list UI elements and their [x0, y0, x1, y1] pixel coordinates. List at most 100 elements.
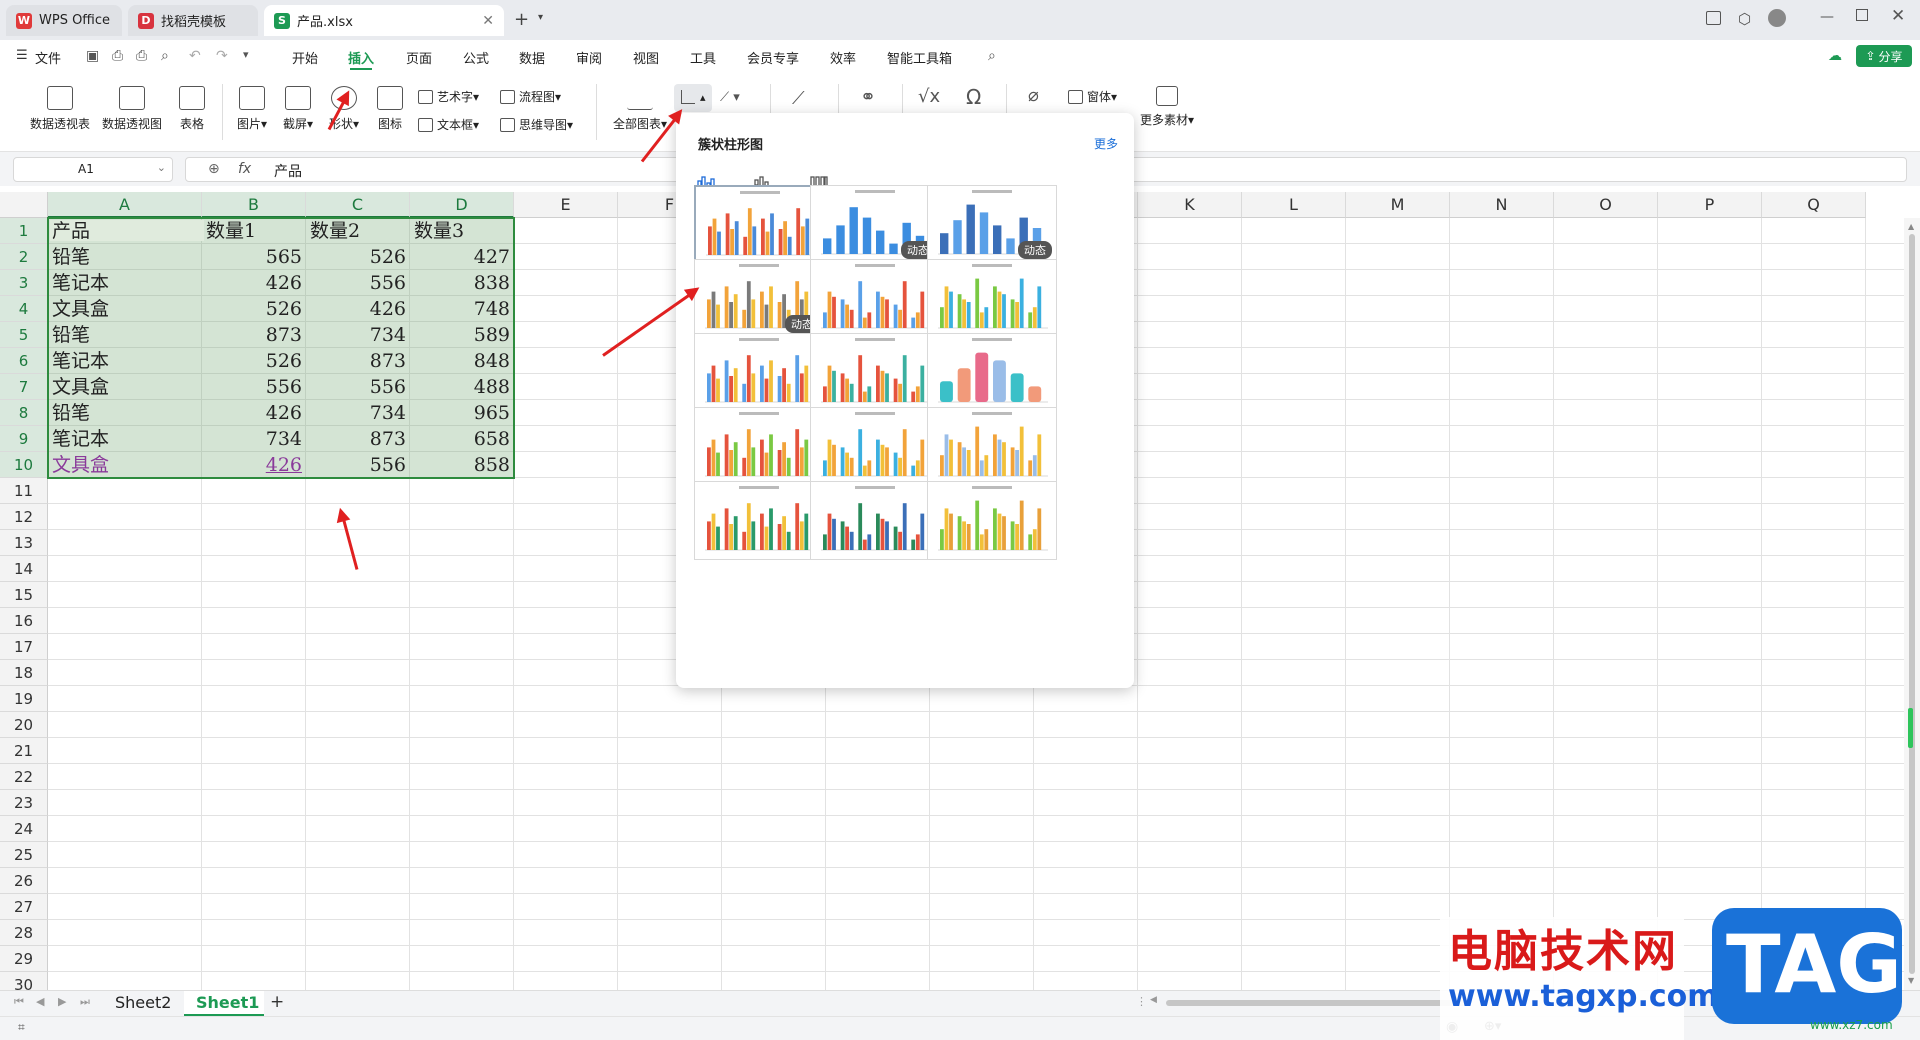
- row-header-4[interactable]: 4: [0, 296, 48, 322]
- menu-member[interactable]: 会员专享: [747, 48, 799, 67]
- data-cell[interactable]: 556: [310, 271, 406, 295]
- data-cell[interactable]: 文具盒: [52, 297, 198, 321]
- restore-icon[interactable]: [1856, 9, 1868, 21]
- menu-page[interactable]: 页面: [406, 48, 432, 67]
- hscroll-left-icon[interactable]: ◀: [1150, 995, 1157, 1005]
- chart-style-thumbnail[interactable]: [810, 481, 940, 560]
- chart-style-thumbnail[interactable]: [810, 407, 940, 486]
- tab-docer[interactable]: D 找稻壳模板: [128, 5, 258, 36]
- select-all-corner[interactable]: [0, 192, 48, 218]
- share-button[interactable]: ⇪ 分享: [1856, 45, 1912, 67]
- cube-icon[interactable]: ⬡: [1738, 10, 1751, 28]
- data-cell[interactable]: 526: [310, 245, 406, 269]
- menu-view[interactable]: 视图: [633, 48, 659, 67]
- chart-style-thumbnail[interactable]: [694, 333, 824, 412]
- row-header-8[interactable]: 8: [0, 400, 48, 426]
- macro-icon[interactable]: ⌗: [18, 1020, 25, 1035]
- sheet-tab-sheet1[interactable]: Sheet1: [184, 991, 264, 1016]
- column-header-L[interactable]: L: [1242, 192, 1346, 218]
- chart-style-thumbnail[interactable]: 动态: [694, 259, 824, 338]
- row-header-26[interactable]: 26: [0, 868, 48, 894]
- chart-style-thumbnail[interactable]: [694, 481, 824, 560]
- tab-list-chevron-icon[interactable]: ▾: [538, 12, 543, 23]
- form-button[interactable]: 窗体 ▾: [1068, 88, 1117, 105]
- menu-dots-icon[interactable]: ⋮: [1136, 995, 1147, 1008]
- close-tab-icon[interactable]: ✕: [482, 13, 494, 29]
- data-cell[interactable]: 526: [206, 297, 302, 321]
- flowchart-button[interactable]: 流程图 ▾: [500, 88, 561, 105]
- chart-style-thumbnail[interactable]: [810, 333, 940, 412]
- scroll-up-icon[interactable]: ▲: [1908, 222, 1914, 231]
- table-button[interactable]: 表格: [176, 86, 208, 132]
- attachment-icon[interactable]: ⌀: [1028, 85, 1039, 106]
- header-cell[interactable]: 数量3: [414, 219, 510, 243]
- row-header-30[interactable]: 30: [0, 972, 48, 990]
- equation-icon[interactable]: √x: [918, 86, 940, 107]
- row-header-12[interactable]: 12: [0, 504, 48, 530]
- row-header-15[interactable]: 15: [0, 582, 48, 608]
- all-charts-button[interactable]: 全部图表▾: [608, 86, 672, 132]
- data-cell[interactable]: 文具盒: [52, 375, 198, 399]
- row-header-9[interactable]: 9: [0, 426, 48, 452]
- menu-tools[interactable]: 工具: [690, 48, 716, 67]
- cloud-sync-icon[interactable]: ☁: [1828, 48, 1842, 64]
- fx-icon[interactable]: fx: [238, 161, 251, 177]
- column-header-B[interactable]: B: [202, 192, 306, 218]
- save-icon[interactable]: ▣: [86, 48, 99, 64]
- next-sheet-icon[interactable]: ▶: [58, 995, 66, 1008]
- minimize-icon[interactable]: —: [1820, 9, 1834, 25]
- row-header-1[interactable]: 1: [0, 218, 48, 244]
- data-cell[interactable]: 426: [310, 297, 406, 321]
- menu-data[interactable]: 数据: [519, 48, 545, 67]
- data-cell[interactable]: 文具盒: [52, 453, 198, 477]
- data-cell[interactable]: 556: [206, 375, 302, 399]
- vertical-scrollbar[interactable]: ▲ ▼: [1904, 218, 1920, 990]
- chart-style-thumbnail[interactable]: [927, 259, 1057, 338]
- new-tab-icon[interactable]: +: [514, 9, 529, 30]
- data-cell[interactable]: 873: [310, 349, 406, 373]
- data-cell[interactable]: 848: [414, 349, 510, 373]
- data-cell[interactable]: 铅笔: [52, 323, 198, 347]
- column-header-K[interactable]: K: [1138, 192, 1242, 218]
- column-header-A[interactable]: A: [48, 192, 202, 218]
- data-cell[interactable]: 565: [206, 245, 302, 269]
- row-header-3[interactable]: 3: [0, 270, 48, 296]
- header-cell[interactable]: 产品: [52, 219, 198, 243]
- print-preview-icon[interactable]: ⌕: [161, 48, 169, 64]
- layout-icon[interactable]: [1706, 11, 1721, 25]
- menu-file[interactable]: 文件: [35, 48, 61, 67]
- symbol-icon[interactable]: Ω: [966, 85, 981, 109]
- column-header-N[interactable]: N: [1450, 192, 1554, 218]
- menu-formula[interactable]: 公式: [463, 48, 489, 67]
- column-header-D[interactable]: D: [410, 192, 514, 218]
- chart-style-thumbnail[interactable]: [810, 259, 940, 338]
- chart-style-thumbnail[interactable]: 动态: [810, 185, 940, 264]
- row-header-25[interactable]: 25: [0, 842, 48, 868]
- horizontal-scroll-thumb[interactable]: [1166, 1000, 1466, 1006]
- data-cell[interactable]: 笔记本: [52, 427, 198, 451]
- chart-style-thumbnail[interactable]: [694, 185, 824, 264]
- data-cell[interactable]: 748: [414, 297, 510, 321]
- row-header-23[interactable]: 23: [0, 790, 48, 816]
- column-header-C[interactable]: C: [306, 192, 410, 218]
- popup-more-link[interactable]: 更多: [1094, 135, 1118, 152]
- sheet-tab-sheet2[interactable]: Sheet2: [115, 993, 171, 1012]
- scroll-thumb[interactable]: [1909, 234, 1915, 974]
- chart-style-thumbnail[interactable]: [694, 407, 824, 486]
- data-cell[interactable]: 734: [310, 401, 406, 425]
- data-cell[interactable]: 笔记本: [52, 349, 198, 373]
- tab-wps-office[interactable]: W WPS Office: [6, 5, 122, 36]
- icon-button[interactable]: 图标: [374, 86, 406, 132]
- row-header-16[interactable]: 16: [0, 608, 48, 634]
- scroll-down-icon[interactable]: ▼: [1908, 976, 1914, 985]
- add-sheet-icon[interactable]: +: [270, 992, 284, 1012]
- pivot-chart-button[interactable]: 数据透视图: [100, 86, 164, 132]
- menu-insert[interactable]: 插入: [348, 48, 374, 70]
- wordart-button[interactable]: 艺术字 ▾: [418, 88, 479, 105]
- row-header-27[interactable]: 27: [0, 894, 48, 920]
- close-window-icon[interactable]: ✕: [1891, 6, 1905, 26]
- hamburger-icon[interactable]: ☰: [16, 48, 28, 63]
- name-box[interactable]: A1 ⌄: [13, 157, 173, 182]
- zoom-icon[interactable]: ⊕: [208, 161, 220, 177]
- row-header-21[interactable]: 21: [0, 738, 48, 764]
